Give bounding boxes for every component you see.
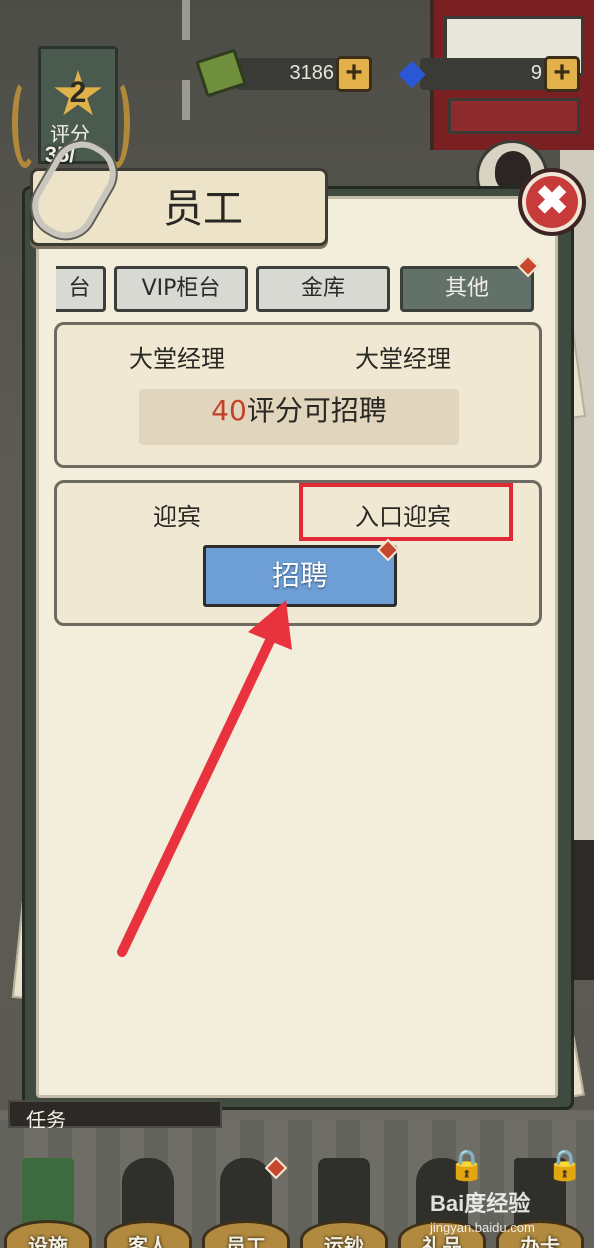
tab-other[interactable]: 其他 [400, 266, 534, 312]
add-gems-button[interactable]: + [544, 56, 580, 92]
nav-label: 客人 [128, 1234, 168, 1248]
watermark-sub: jingyan.baidu.com [430, 1220, 535, 1235]
nav-label: 设施 [28, 1234, 68, 1248]
requirement-text: 评分可招聘 [246, 394, 387, 427]
staff-card-lobby-manager: 大堂经理 大堂经理 40评分可招聘 [54, 322, 542, 468]
tab-vault[interactable]: 金库 [256, 266, 390, 312]
cash-counter: 3186 + [195, 48, 372, 98]
watermark-main: Bai度经验 [430, 1191, 531, 1216]
lock-icon: 🔒 [448, 1148, 486, 1183]
gem-icon: ◆ [398, 52, 426, 93]
building-window-lower [448, 98, 580, 134]
highlight-box [299, 483, 513, 541]
background-dark-panel [574, 840, 594, 980]
staff-name: 大堂经理 [129, 345, 225, 373]
lock-icon: 🔒 [546, 1148, 584, 1183]
nav-label: 运钞 [324, 1234, 364, 1248]
staff-name: 迎宾 [153, 503, 201, 531]
gem-amount: 9 [530, 62, 542, 84]
nav-guests[interactable]: 客人 [100, 1150, 196, 1248]
hire-button[interactable]: 招聘 [203, 545, 397, 607]
tab-counter[interactable]: 台 [56, 266, 106, 312]
dialog-title: 员工 [163, 186, 243, 232]
rating-level: 2 [69, 76, 87, 109]
staff-card-greeter: 迎宾 入口迎宾 招聘 [54, 480, 542, 626]
staff-title: 大堂经理 [355, 345, 451, 373]
add-cash-button[interactable]: + [336, 56, 372, 92]
road-marking [182, 0, 190, 120]
tab-vip-counter[interactable]: VIP柜台 [114, 266, 248, 312]
watermark: Bai度经验 jingyan.baidu.com [430, 1186, 594, 1242]
task-label: 任务 [26, 1108, 66, 1128]
close-button[interactable]: ✖ [518, 168, 586, 236]
nav-facilities[interactable]: 设施 [0, 1150, 96, 1248]
hire-requirement: 40评分可招聘 [139, 389, 459, 445]
cash-amount: 3186 [289, 62, 335, 84]
nav-label: 员工 [226, 1234, 266, 1248]
nav-cash-transport[interactable]: 运钞 [296, 1150, 392, 1248]
gem-counter: ◆ 9 + [398, 55, 580, 92]
requirement-number: 40 [211, 394, 247, 427]
